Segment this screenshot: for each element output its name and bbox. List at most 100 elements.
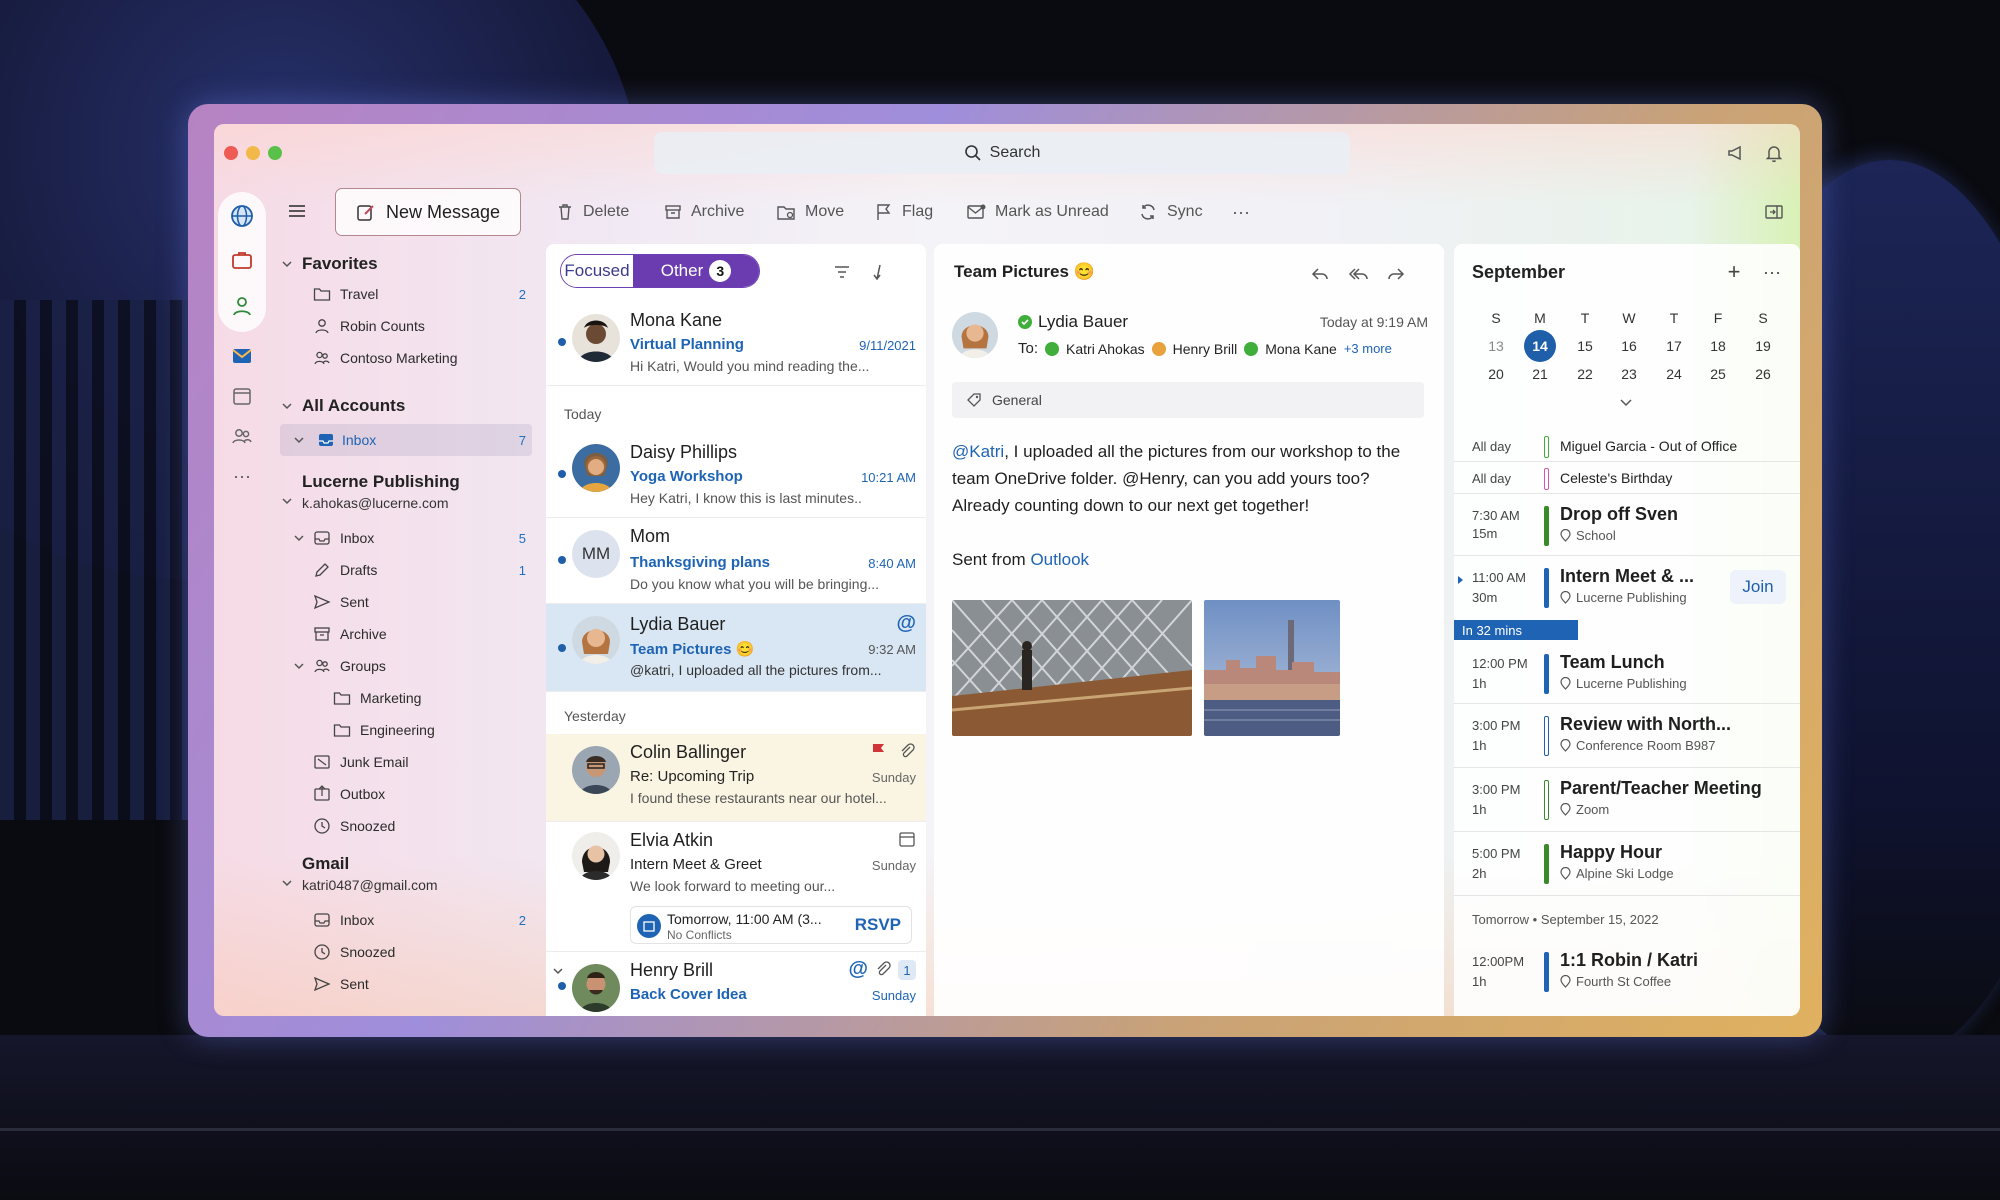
- folder-item-contoso-marketing[interactable]: Contoso Marketing: [272, 344, 532, 372]
- message-item-selected[interactable]: Lydia Bauer Team Pictures 😊 @ 9:32 AM @k…: [546, 604, 926, 692]
- globe-icon[interactable]: [228, 202, 256, 230]
- folder-item-archive[interactable]: Archive: [272, 620, 532, 648]
- more-options-icon[interactable]: ···: [1760, 260, 1784, 284]
- recipient-name[interactable]: Katri Ahokas: [1066, 341, 1145, 357]
- message-item[interactable]: Mona Kane Virtual Planning 9/11/2021 Hi …: [546, 300, 926, 386]
- message-item[interactable]: Elvia Atkin Intern Meet & Greet Sunday W…: [546, 822, 926, 952]
- calendar-icon[interactable]: [228, 382, 256, 410]
- message-preview: I found these restaurants near our hotel…: [630, 790, 887, 806]
- move-button[interactable]: Move: [776, 200, 844, 224]
- mark-as-unread-button[interactable]: Mark as Unread: [966, 200, 1109, 224]
- folder-item-robin-counts[interactable]: Robin Counts: [272, 312, 532, 340]
- folder-item-gmail-sent[interactable]: Sent: [272, 970, 532, 998]
- folder-item-marketing[interactable]: Marketing: [272, 684, 532, 712]
- attachment-image-architecture[interactable]: [952, 600, 1192, 736]
- reply-all-icon[interactable]: [1346, 262, 1370, 286]
- folder-item-engineering[interactable]: Engineering: [272, 716, 532, 744]
- category-tag[interactable]: General: [952, 382, 1424, 418]
- close-window-button[interactable]: [224, 146, 238, 160]
- recipient-name[interactable]: Mona Kane: [1265, 341, 1337, 357]
- folder-item-outbox[interactable]: Outbox: [272, 780, 532, 808]
- tab-other[interactable]: Other 3: [633, 255, 759, 287]
- calendar-day[interactable]: 17: [1654, 338, 1694, 354]
- all-accounts-header[interactable]: All Accounts: [272, 392, 532, 420]
- tab-focused[interactable]: Focused: [561, 255, 633, 287]
- calendar-day[interactable]: 13: [1476, 338, 1516, 354]
- calendar-day[interactable]: 15: [1565, 338, 1605, 354]
- attachment-image-city[interactable]: [1204, 600, 1340, 736]
- calendar-day[interactable]: 23: [1609, 366, 1649, 382]
- forward-icon[interactable]: [1384, 262, 1408, 286]
- reply-icon[interactable]: [1308, 262, 1332, 286]
- all-day-event[interactable]: All day Celeste's Birthday: [1454, 462, 1800, 494]
- recipient-name[interactable]: Henry Brill: [1173, 341, 1238, 357]
- megaphone-icon[interactable]: [1724, 141, 1748, 165]
- mention-link[interactable]: @Katri: [952, 442, 1004, 461]
- calendar-day[interactable]: 16: [1609, 338, 1649, 354]
- calendar-event[interactable]: 12:00 PM 1h Team Lunch Lucerne Publishin…: [1454, 642, 1800, 704]
- hamburger-menu-icon[interactable]: [286, 200, 314, 228]
- calendar-event[interactable]: 12:00PM 1h 1:1 Robin / Katri Fourth St C…: [1454, 940, 1800, 1004]
- collapse-pane-icon[interactable]: [1764, 200, 1784, 224]
- flag-icon[interactable]: [870, 742, 888, 765]
- people-icon[interactable]: [228, 422, 256, 450]
- join-meeting-button[interactable]: Join: [1730, 570, 1786, 604]
- folder-item-sent[interactable]: Sent: [272, 588, 532, 616]
- more-recipients-link[interactable]: +3 more: [1344, 341, 1392, 356]
- account-header-gmail[interactable]: Gmail katri0487@gmail.com: [272, 854, 532, 898]
- chevron-down-icon[interactable]: [552, 964, 564, 982]
- calendar-event[interactable]: 5:00 PM 2h Happy Hour Alpine Ski Lodge: [1454, 832, 1800, 896]
- person-icon[interactable]: [228, 292, 256, 320]
- calendar-day[interactable]: 20: [1476, 366, 1516, 382]
- zoom-window-button[interactable]: [268, 146, 282, 160]
- meeting-invite-card[interactable]: Tomorrow, 11:00 AM (3... No Conflicts RS…: [630, 906, 912, 944]
- new-message-button[interactable]: New Message: [335, 188, 521, 236]
- filter-icon[interactable]: [832, 262, 852, 282]
- briefcase-icon[interactable]: [228, 246, 256, 274]
- rsvp-button[interactable]: RSVP: [855, 915, 901, 935]
- calendar-day[interactable]: 24: [1654, 366, 1694, 382]
- sync-button[interactable]: Sync: [1138, 200, 1203, 224]
- mail-icon[interactable]: [228, 342, 256, 370]
- minimize-window-button[interactable]: [246, 146, 260, 160]
- message-item[interactable]: MM Mom Thanksgiving plans 8:40 AM Do you…: [546, 518, 926, 604]
- calendar-day[interactable]: 26: [1743, 366, 1783, 382]
- add-event-icon[interactable]: +: [1722, 259, 1746, 284]
- calendar-day[interactable]: 21: [1520, 366, 1560, 382]
- calendar-day[interactable]: 18: [1698, 338, 1738, 354]
- message-item[interactable]: Henry Brill Back Cover Idea @ 1 Sunday: [546, 952, 926, 1016]
- message-item[interactable]: Daisy Phillips Yoga Workshop 10:21 AM He…: [546, 432, 926, 518]
- folder-item-snoozed[interactable]: Snoozed: [272, 812, 532, 840]
- more-actions-button[interactable]: ···: [1232, 200, 1250, 224]
- account-header-lucerne[interactable]: Lucerne Publishing k.ahokas@lucerne.com: [272, 472, 532, 516]
- calendar-day-today[interactable]: 14: [1520, 338, 1560, 354]
- bell-icon[interactable]: [1762, 141, 1786, 165]
- expand-calendar-chevron-icon[interactable]: [1618, 396, 1634, 415]
- folder-item-junk-email[interactable]: Junk Email: [272, 748, 532, 776]
- calendar-day[interactable]: 22: [1565, 366, 1605, 382]
- sender-name[interactable]: Lydia Bauer: [1038, 312, 1128, 332]
- archive-button[interactable]: Archive: [664, 200, 744, 224]
- folder-item-gmail-snoozed[interactable]: Snoozed: [272, 938, 532, 966]
- calendar-day[interactable]: 19: [1743, 338, 1783, 354]
- calendar-event[interactable]: 3:00 PM 1h Parent/Teacher Meeting Zoom: [1454, 768, 1800, 832]
- sort-icon[interactable]: [868, 262, 888, 282]
- calendar-event[interactable]: 7:30 AM 15m Drop off Sven School: [1454, 494, 1800, 556]
- delete-button[interactable]: Delete: [556, 200, 629, 224]
- favorites-header[interactable]: Favorites: [272, 250, 532, 278]
- folder-item-inbox[interactable]: Inbox 5: [272, 524, 532, 552]
- flag-button[interactable]: Flag: [875, 200, 933, 224]
- folder-item-groups[interactable]: Groups: [272, 652, 532, 680]
- more-apps-icon[interactable]: ···: [228, 462, 256, 490]
- folder-item-travel[interactable]: Travel 2: [272, 280, 532, 308]
- outlook-link[interactable]: Outlook: [1030, 550, 1089, 569]
- folder-item-drafts[interactable]: Drafts 1: [272, 556, 532, 584]
- all-day-event[interactable]: All day Miguel Garcia - Out of Office: [1454, 430, 1800, 462]
- folder-item-all-inbox[interactable]: Inbox 7: [280, 424, 532, 456]
- search-box[interactable]: Search: [654, 132, 1350, 174]
- calendar-event[interactable]: 3:00 PM 1h Review with North... Conferen…: [1454, 704, 1800, 768]
- calendar-day[interactable]: 25: [1698, 366, 1738, 382]
- folder-item-gmail-inbox[interactable]: Inbox 2: [272, 906, 532, 934]
- message-item[interactable]: Colin Ballinger Re: Upcoming Trip Sunday…: [546, 734, 926, 822]
- calendar-event-current[interactable]: 11:00 AM 30m Intern Meet & ... Lucerne P…: [1454, 556, 1800, 620]
